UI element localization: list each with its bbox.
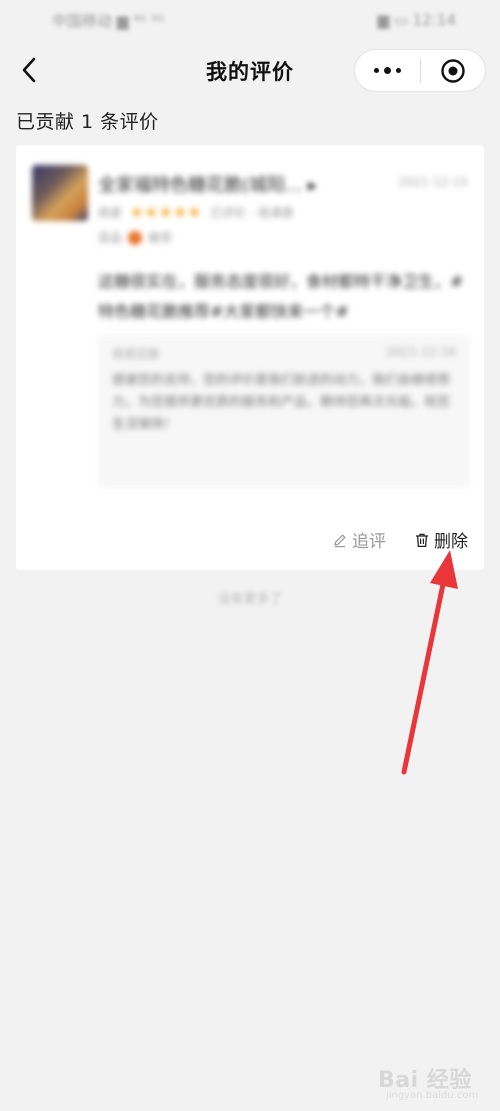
delete-review-button[interactable]: 删除 (414, 527, 468, 552)
tags-prefix: 菜品 (98, 231, 123, 245)
rating-row: 商家 ★★★★★ 已评价 · 很满意 (98, 203, 294, 221)
watermark-url: jingyan.baidu.com (386, 1090, 479, 1101)
pencil-icon (334, 534, 346, 547)
more-dots-icon (373, 67, 401, 74)
append-review-button[interactable]: 追评 (332, 527, 386, 552)
status-bar: 中国移动 ▆ ⁴ᴳ ⁵ᴳ ▆ ▭ 12:14 (0, 0, 500, 40)
review-content-blurred: 全家福特色糖花脆(城阳... ▸ 2021-12-15 商家 ★★★★★ 已评价… (16, 145, 484, 515)
target-close-icon (441, 58, 465, 83)
close-miniprogram-button[interactable] (421, 50, 486, 91)
reply-date: 2021-12-16 (386, 345, 456, 359)
status-right: ▆ ▭ 12:14 (377, 11, 456, 29)
no-more-hint: 没有更多了 (217, 592, 283, 607)
shop-name[interactable]: 全家福特色糖花脆(城阳... ▸ (98, 171, 317, 197)
more-button[interactable] (355, 50, 420, 91)
review-card: 全家福特色糖花脆(城阳... ▸ 2021-12-15 商家 ★★★★★ 已评价… (16, 145, 484, 570)
reply-text: 感谢您的支持，您的评价是我们前进的动力，我们会继续努力，为您提供更优质的服务和产… (112, 373, 451, 432)
shop-thumbnail[interactable] (32, 165, 88, 221)
merchant-reply: 商家回复 2021-12-16 感谢您的支持，您的评价是我们前进的动力，我们会继… (98, 335, 470, 487)
review-date: 2021-12-15 (398, 175, 468, 189)
review-text: 这糖很实在，服务态度很好，食材都特干净卫生，#特色糖花脆推荐#大家都快来一个# (98, 272, 464, 321)
rating-extra: 已评价 · 很满意 (210, 205, 294, 220)
rating-label: 商家 (98, 205, 123, 220)
reply-label: 商家回复 (112, 347, 161, 361)
review-actions: 追评 删除 (332, 527, 468, 552)
tags-suffix: 推荐 (148, 231, 173, 245)
append-review-label: 追评 (352, 532, 386, 552)
delete-review-label: 删除 (434, 532, 468, 552)
dish-icon (128, 230, 143, 245)
star-rating: ★★★★★ (130, 203, 203, 221)
mini-program-capsule (354, 49, 486, 92)
dish-tags-row: 菜品 推荐 (98, 229, 172, 246)
status-carrier: 中国移动 ▆ ⁴ᴳ ⁵ᴳ (52, 11, 165, 30)
review-count-summary: 已贡献 1 条评价 (16, 111, 159, 133)
nav-bar: 我的评价 (0, 44, 500, 98)
trash-icon (416, 533, 428, 547)
